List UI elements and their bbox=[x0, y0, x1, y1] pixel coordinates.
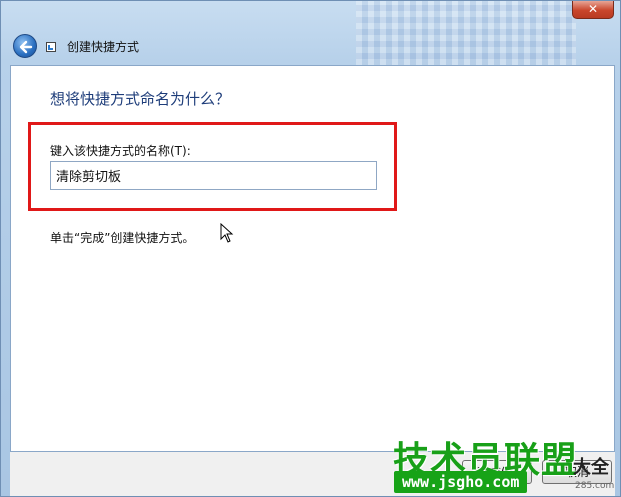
close-icon: ✕ bbox=[587, 2, 599, 16]
wizard-content: 想将快捷方式命名为什么？ 键入该快捷方式的名称(T): 单击“完成”创建快捷方式… bbox=[10, 65, 615, 452]
finish-hint: 单击“完成”创建快捷方式。 bbox=[50, 231, 195, 245]
shortcut-name-label: 键入该快捷方式的名称(T): bbox=[50, 144, 191, 158]
create-shortcut-window: ✕ 创建快捷方式 想将快捷方式命名为什么？ 键入该快捷方式的名称(T): 单击“… bbox=[0, 0, 621, 497]
window-title: 创建快捷方式 bbox=[67, 40, 140, 54]
back-button[interactable] bbox=[13, 34, 37, 58]
page-heading: 想将快捷方式命名为什么？ bbox=[50, 90, 231, 108]
shortcut-name-input[interactable] bbox=[50, 161, 377, 190]
watermark-side-text: 大全 bbox=[573, 457, 609, 478]
watermark-url: www.jsgho.com bbox=[394, 471, 528, 493]
mouse-pointer-icon bbox=[220, 223, 234, 243]
back-arrow-icon bbox=[19, 40, 33, 54]
close-button[interactable]: ✕ bbox=[572, 1, 614, 19]
title-bar: ✕ 创建快捷方式 bbox=[1, 1, 620, 65]
watermark-small-text: 285.com bbox=[575, 481, 615, 491]
shortcut-icon bbox=[46, 42, 56, 52]
blurred-background bbox=[356, 1, 576, 65]
